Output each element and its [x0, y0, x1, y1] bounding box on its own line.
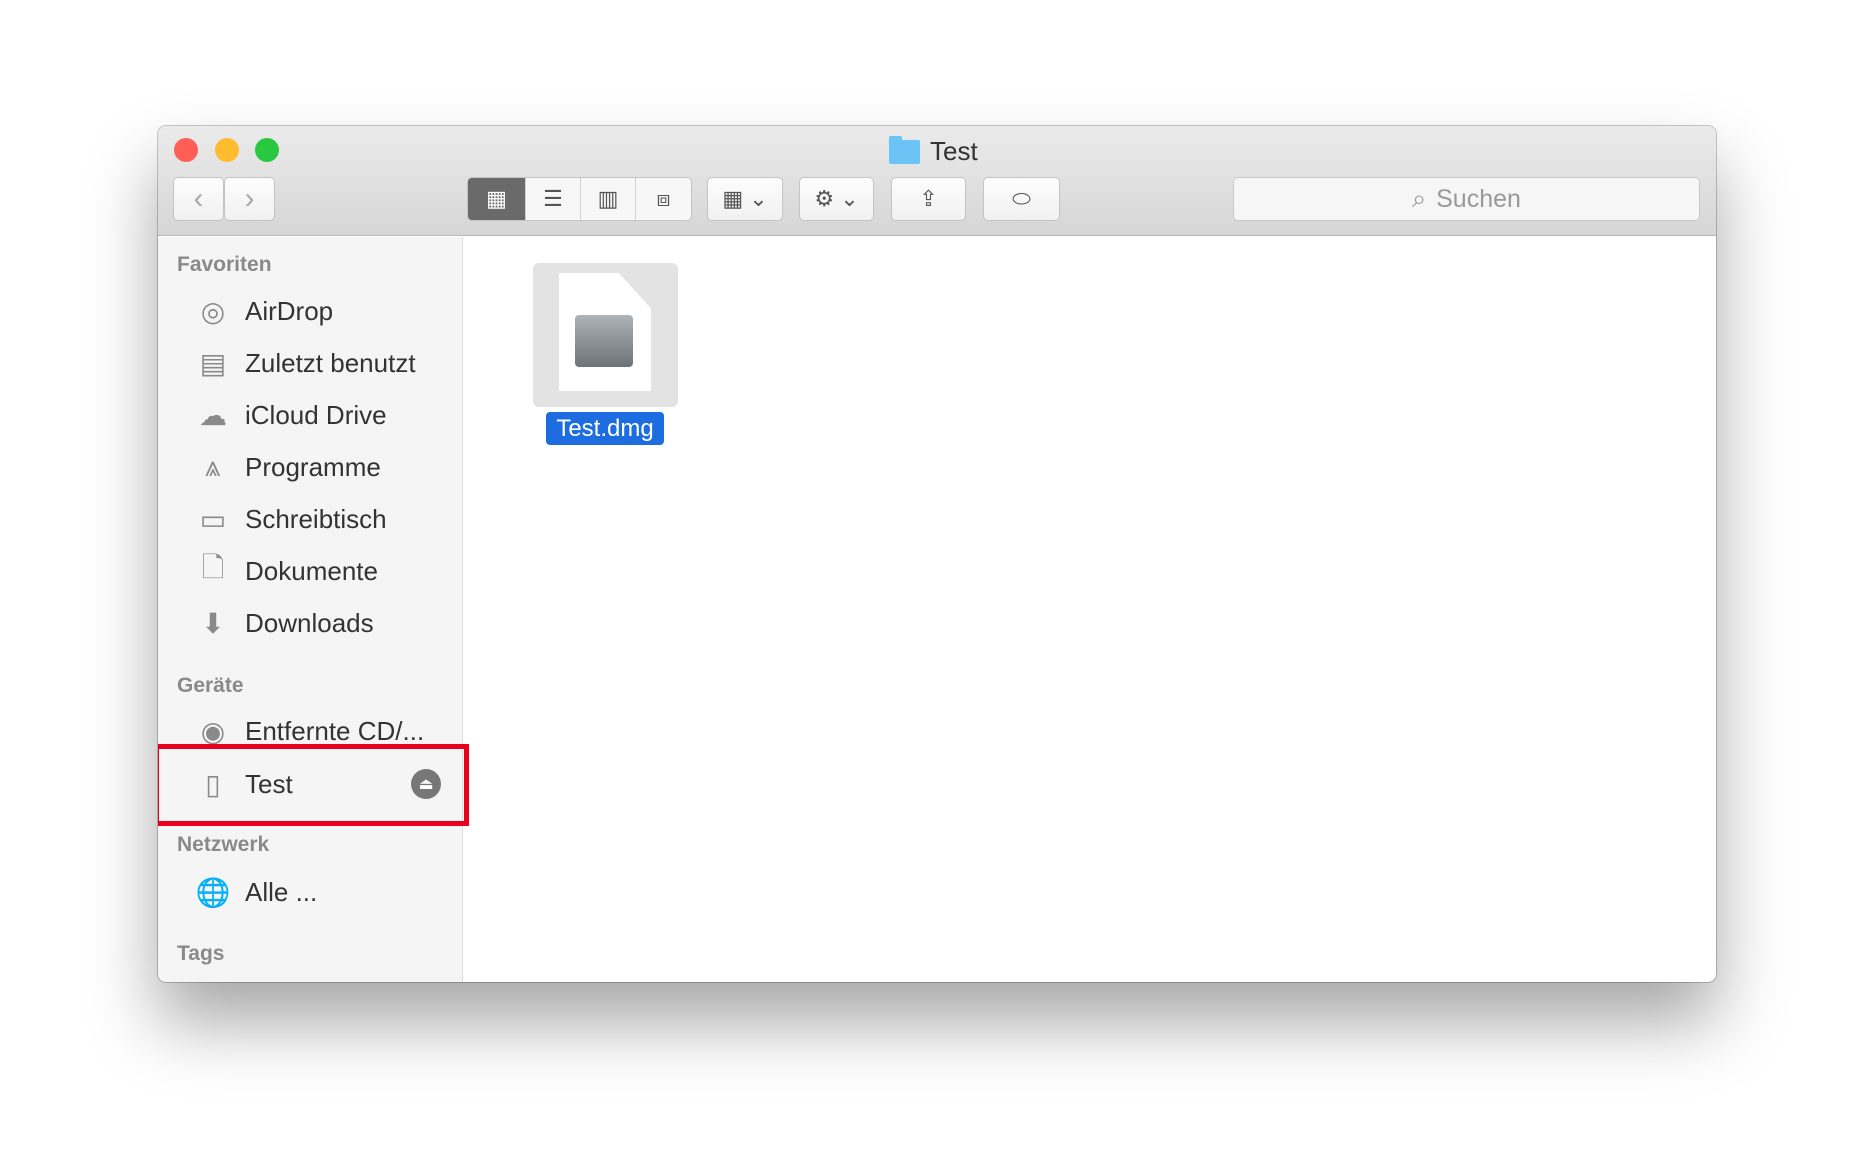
chevron-left-icon: ‹: [193, 182, 204, 215]
view-mode-control: ▦ ☰ ▥ ⧈: [467, 177, 692, 221]
sidebar-item-label: Alle ...: [245, 876, 318, 907]
sidebar-item-documents[interactable]: 🗋 Dokumente: [158, 549, 463, 593]
hard-disk-icon: [575, 315, 633, 367]
zoom-button[interactable]: [255, 138, 279, 162]
section-geraete: Geräte: [177, 674, 244, 697]
arrange-icon: ▦ ⌄: [722, 186, 768, 211]
icon-view-button[interactable]: ▦: [468, 178, 526, 220]
share-icon: ⇪: [919, 186, 938, 211]
airdrop-icon: ◎: [200, 295, 226, 327]
sidebar-item-label: AirDrop: [245, 295, 334, 326]
sidebar-item-airdrop[interactable]: ◎ AirDrop: [158, 289, 463, 333]
gear-icon: ⚙ ⌄: [814, 186, 859, 211]
window-title-text: Test: [930, 136, 978, 166]
window-title: Test: [889, 135, 978, 167]
grid-icon: ▦: [486, 186, 507, 211]
share-button[interactable]: ⇪: [891, 177, 966, 221]
recents-icon: ▤: [199, 347, 227, 379]
highlight-box: [158, 744, 469, 826]
search-placeholder: Suchen: [1436, 184, 1521, 213]
list-icon: ☰: [543, 186, 563, 211]
sidebar-item-applications[interactable]: ⩓ Programme: [158, 445, 463, 489]
section-netzwerk: Netzwerk: [177, 833, 270, 856]
sidebar-item-downloads[interactable]: ⬇ Downloads: [158, 601, 463, 645]
sidebar-item-network-all[interactable]: 🌐 Alle ...: [158, 870, 463, 914]
section-favoriten: Favoriten: [177, 253, 272, 276]
sidebar-item-label: Downloads: [245, 607, 374, 638]
columns-icon: ▥: [597, 186, 619, 211]
desktop-icon: ▭: [199, 503, 227, 535]
section-tags: Tags: [177, 942, 225, 965]
back-button[interactable]: ‹: [173, 177, 224, 221]
sidebar-item-label: Dokumente: [245, 555, 378, 586]
list-view-button[interactable]: ☰: [526, 178, 581, 220]
file-name-label: Test.dmg: [546, 412, 664, 445]
network-icon: 🌐: [195, 876, 231, 908]
sidebar-item-label: iCloud Drive: [245, 399, 387, 430]
toolbar: Test ‹ › ▦ ☰ ▥ ⧈ ▦ ⌄ ⚙ ⌄ ⇪ ⬭ ⌕ Suchen: [158, 126, 1716, 236]
tag-icon: ⬭: [1012, 186, 1031, 211]
tag-button[interactable]: ⬭: [983, 177, 1060, 221]
search-field[interactable]: ⌕ Suchen: [1233, 177, 1700, 221]
minimize-button[interactable]: [215, 138, 239, 162]
documents-icon: 🗋: [201, 552, 225, 583]
chevron-right-icon: ›: [244, 182, 255, 215]
finder-window: Test ‹ › ▦ ☰ ▥ ⧈ ▦ ⌄ ⚙ ⌄ ⇪ ⬭ ⌕ Suchen Fav…: [158, 126, 1716, 982]
sidebar-item-label: Zuletzt benutzt: [245, 347, 416, 378]
dmg-file-icon: [533, 263, 678, 407]
cloud-icon: ☁: [199, 399, 227, 431]
sidebar-item-label: Programme: [245, 451, 381, 482]
folder-icon: [889, 135, 920, 164]
applications-icon: ⩓: [205, 450, 221, 482]
cover-flow-button[interactable]: ⧈: [636, 178, 691, 220]
forward-button[interactable]: ›: [224, 177, 275, 221]
column-view-button[interactable]: ▥: [581, 178, 636, 220]
cover-flow-icon: ⧈: [656, 186, 671, 211]
close-button[interactable]: [174, 138, 198, 162]
sidebar-item-recents[interactable]: ▤ Zuletzt benutzt: [158, 341, 463, 385]
sidebar-item-label: Schreibtisch: [245, 503, 387, 534]
sidebar-item-icloud[interactable]: ☁ iCloud Drive: [158, 393, 463, 437]
sidebar: Favoriten ◎ AirDrop ▤ Zuletzt benutzt ☁ iCl…: [158, 237, 469, 982]
action-button[interactable]: ⚙ ⌄: [799, 177, 874, 221]
downloads-icon: ⬇: [201, 607, 225, 639]
arrange-button[interactable]: ▦ ⌄: [707, 177, 783, 221]
sidebar-item-desktop[interactable]: ▭ Schreibtisch: [158, 497, 463, 541]
sidebar-item-label: Entfernte CD/...: [245, 715, 425, 746]
search-icon: ⌕: [1412, 184, 1427, 213]
